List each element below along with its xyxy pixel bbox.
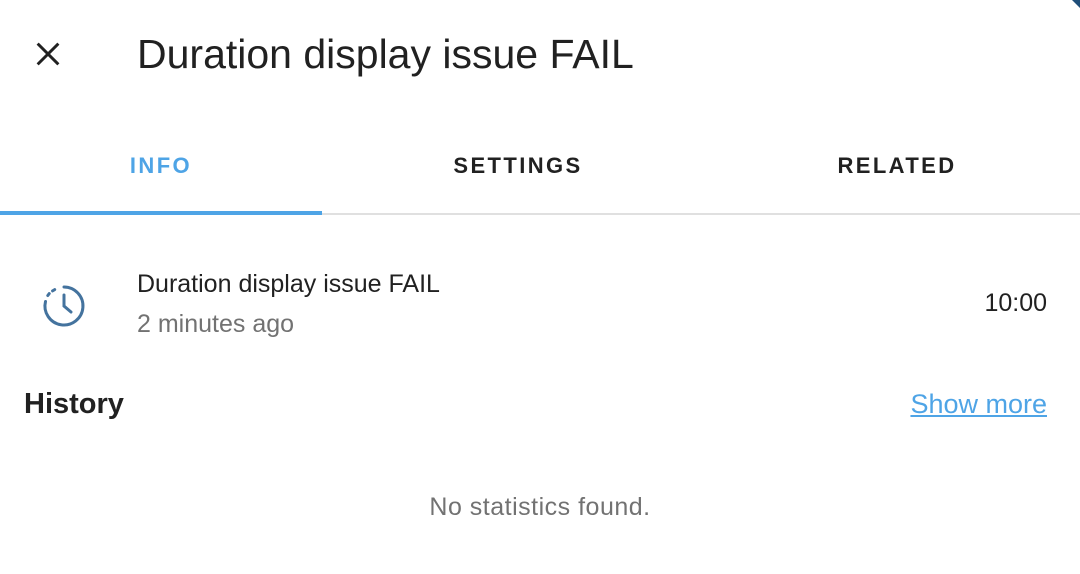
history-heading: History [24, 388, 124, 420]
empty-history-message: No statistics found. [429, 493, 651, 521]
show-more-link[interactable]: Show more [910, 387, 1047, 421]
tab-settings[interactable]: SETTINGS [322, 118, 714, 213]
entity-name: Duration display issue FAIL [137, 270, 440, 298]
tab-related[interactable]: RELATED [714, 118, 1080, 213]
dialog-header: Duration display issue FAIL [0, 0, 1080, 110]
close-button[interactable] [24, 30, 72, 78]
entity-last-changed: 2 minutes ago [137, 310, 295, 338]
tab-bar: INFO SETTINGS RELATED [0, 118, 1080, 215]
entity-row[interactable]: Duration display issue FAIL 2 minutes ag… [0, 255, 1080, 345]
tab-info[interactable]: INFO [0, 118, 322, 215]
more-info-dialog: Duration display issue FAIL INFO SETTING… [0, 0, 1080, 574]
close-icon [36, 42, 60, 66]
timer-outline-icon [40, 282, 88, 330]
dialog-title: Duration display issue FAIL [137, 31, 634, 77]
entity-state: 10:00 [984, 289, 1047, 317]
